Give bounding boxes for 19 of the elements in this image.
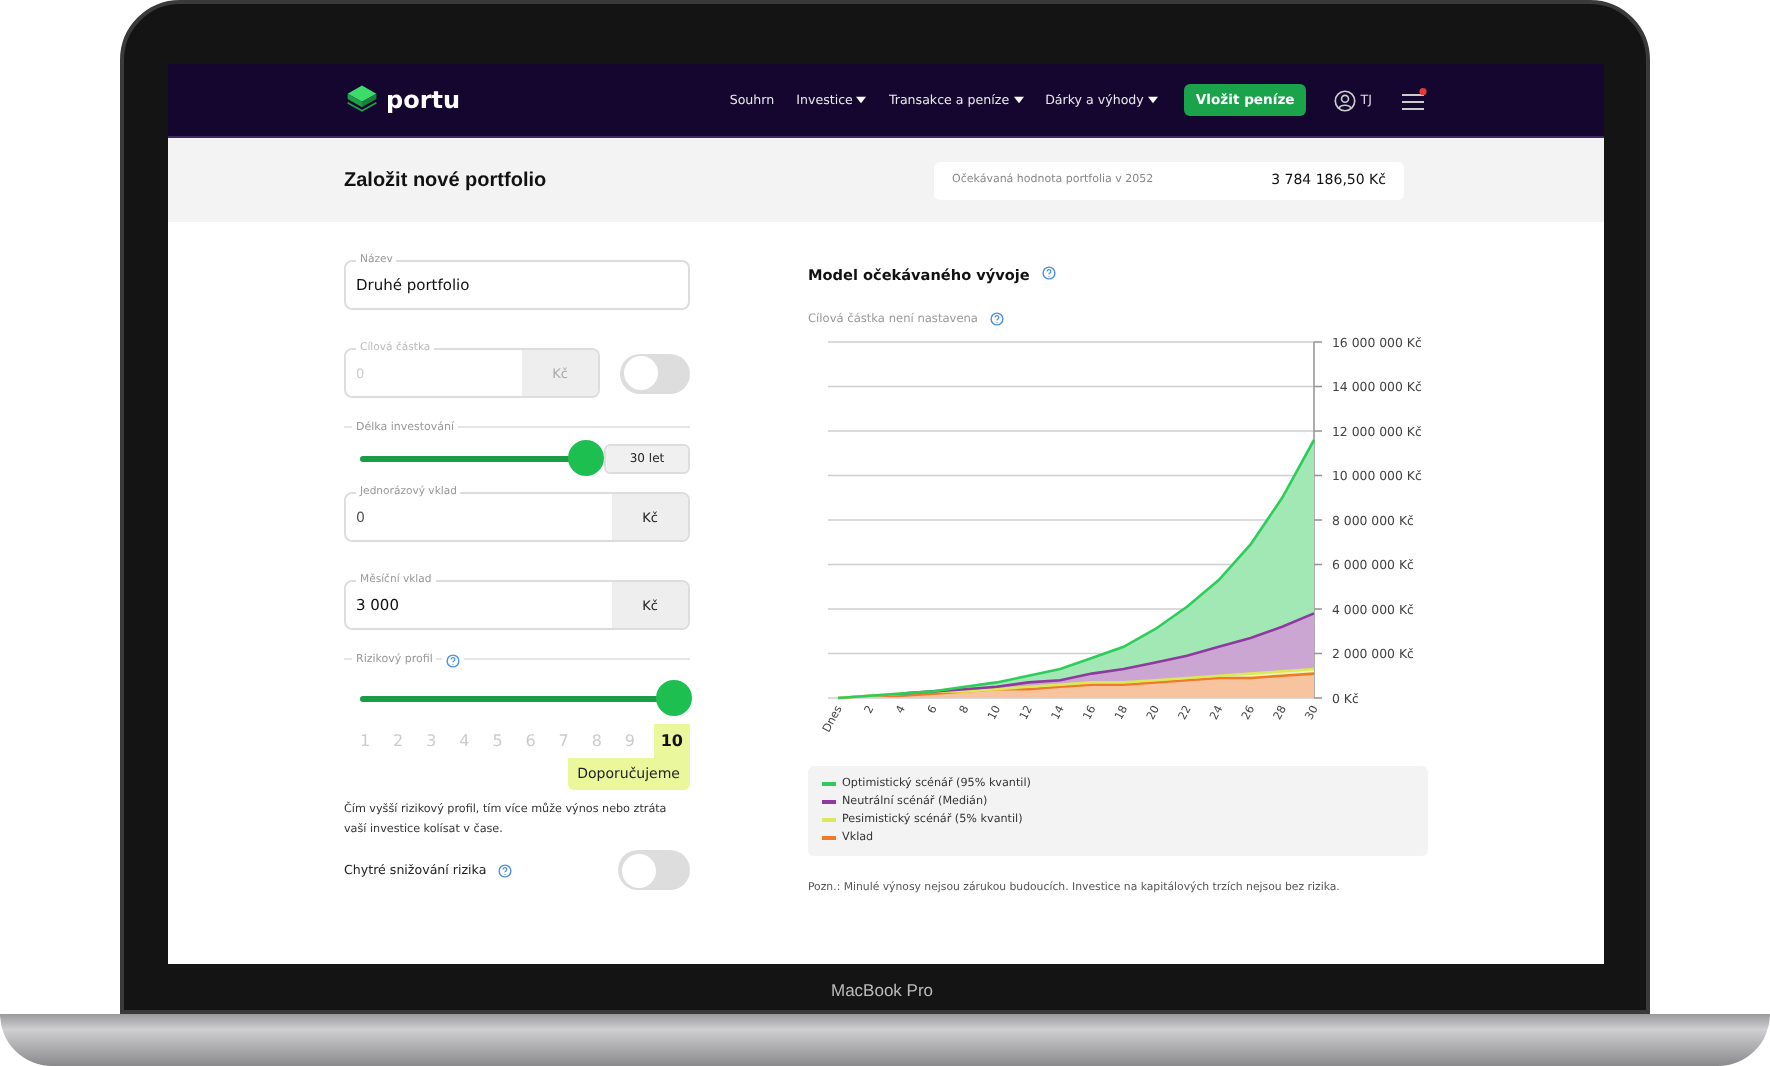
cube-logo-icon: [344, 82, 380, 118]
logo-text[interactable]: portu: [386, 86, 461, 114]
user-icon[interactable]: [1334, 89, 1357, 111]
page-title: Založit nové portfolio: [344, 169, 547, 191]
slider[interactable]: [360, 440, 604, 476]
caret-icon: [1013, 96, 1024, 104]
help-icon[interactable]: [442, 653, 465, 667]
slider-thumb[interactable]: [656, 680, 692, 716]
caret-icon: [856, 96, 867, 104]
slider[interactable]: [360, 680, 692, 716]
help-icon[interactable]: [1037, 265, 1060, 279]
menu-icon[interactable]: [1400, 88, 1428, 112]
toggle-switch[interactable]: [618, 850, 690, 890]
slider-thumb[interactable]: [568, 440, 604, 476]
help-icon[interactable]: [986, 312, 1008, 326]
caret-icon: [1147, 96, 1158, 104]
device-label: MacBook Pro: [830, 979, 934, 999]
help-icon[interactable]: [494, 863, 517, 877]
risk-level-option[interactable]: 10: [653, 724, 690, 758]
